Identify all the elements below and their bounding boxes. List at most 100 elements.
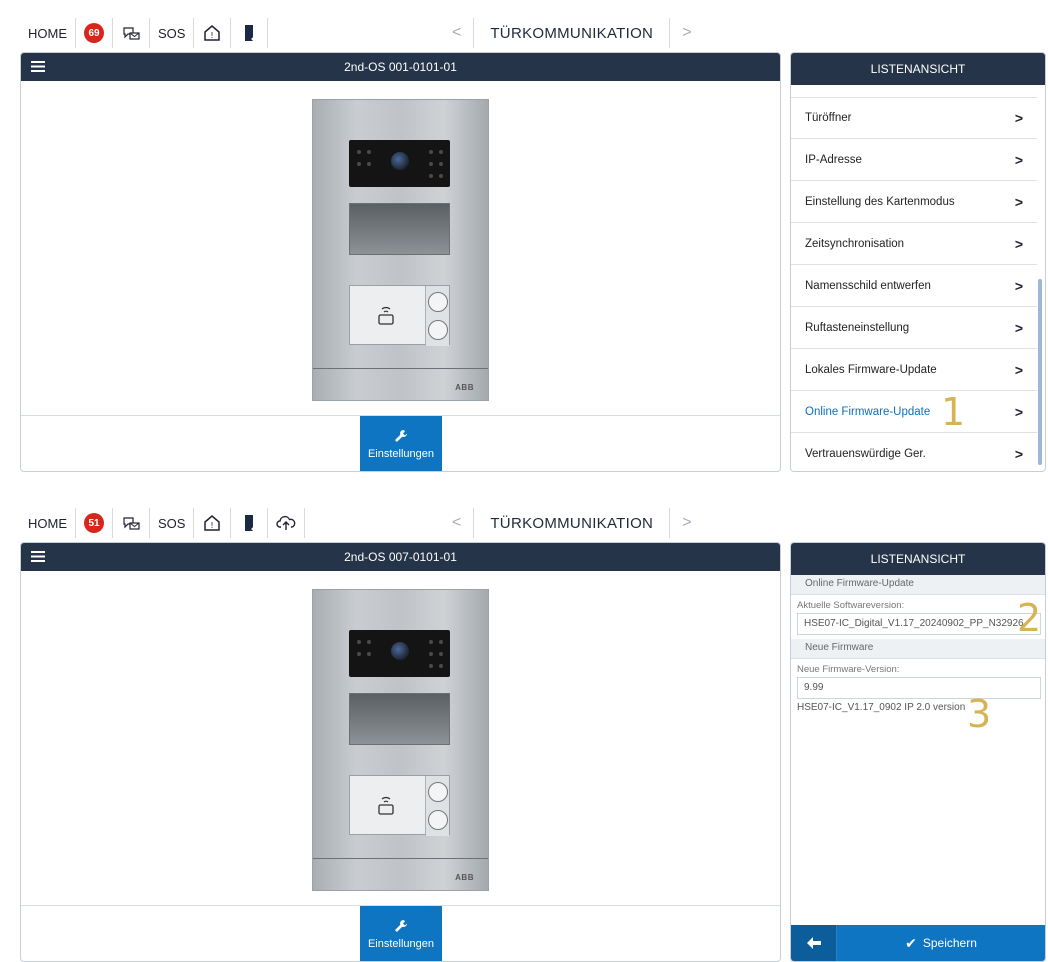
sos-button[interactable]: SOS: [150, 18, 195, 48]
list-item-trusted-devices[interactable]: Vertrauenswürdige Ger. >: [791, 433, 1037, 471]
chevron-right-icon: >: [1014, 361, 1023, 378]
title-area: < TÜRKOMMUNIKATION >: [440, 18, 704, 48]
chevron-right-icon: >: [1014, 193, 1023, 210]
list-item-ip-address[interactable]: IP-Adresse >: [791, 139, 1037, 181]
top-nav: HOME 69 SOS ! < TÜRKOMMUNIKATION >: [20, 18, 1030, 48]
device-title: 2nd-OS 001-0101-01: [344, 60, 457, 74]
svg-text:!: !: [211, 521, 214, 530]
notification-badge: 51: [84, 513, 104, 533]
home-link[interactable]: HOME: [20, 508, 76, 538]
settings-list: Türöffner > IP-Adresse > Einstellung des K…: [791, 97, 1037, 471]
list-item-local-firmware[interactable]: Lokales Firmware-Update >: [791, 349, 1037, 391]
door-button[interactable]: [231, 508, 269, 538]
settings-label: Einstellungen: [367, 937, 435, 950]
current-version-label: Aktuelle Softwareversion:: [797, 600, 905, 611]
list-item-label: Zeitsynchronisation: [805, 237, 905, 250]
notifications-button[interactable]: 51: [76, 508, 113, 538]
notification-badge: 69: [84, 23, 104, 43]
list-item-door-opener[interactable]: Türöffner >: [791, 97, 1037, 139]
new-version-field[interactable]: 9.99: [797, 677, 1041, 699]
next-chevron-icon[interactable]: >: [670, 514, 703, 532]
svg-text:!: !: [211, 31, 214, 40]
wrench-icon: [395, 919, 407, 932]
page-title: TÜRKOMMUNIKATION: [473, 508, 671, 538]
new-version-group: Neue Firmware-Version: 9.99 HSE07-IC_V1.…: [791, 659, 1045, 717]
camera-module: [349, 630, 450, 677]
back-button[interactable]: [791, 925, 837, 961]
list-view-panel: LISTENANSICHT Online Firmware-Update Akt…: [790, 542, 1046, 962]
message-icon: [121, 513, 141, 533]
back-arrow-icon: [806, 937, 821, 949]
sos-button[interactable]: SOS: [150, 508, 195, 538]
save-button[interactable]: ✔ Speichern: [837, 925, 1045, 961]
camera-lens: [391, 152, 409, 170]
settings-button[interactable]: Einstellungen: [360, 416, 442, 471]
home-link[interactable]: HOME: [20, 18, 76, 48]
list-item-label: IP-Adresse: [805, 153, 862, 166]
save-label: Speichern: [922, 936, 977, 950]
next-chevron-icon[interactable]: >: [670, 24, 703, 42]
door-station-image: ABB: [312, 589, 489, 891]
section-new-firmware: Neue Firmware: [791, 639, 1045, 659]
menu-icon[interactable]: [31, 61, 45, 72]
step-marker-3: 3: [967, 692, 992, 736]
list-item-label: Namensschild entwerfen: [805, 279, 931, 292]
speaker-module: [349, 693, 450, 745]
device-title: 2nd-OS 007-0101-01: [344, 550, 457, 564]
step-marker-2: 2: [1017, 596, 1042, 640]
notifications-button[interactable]: 69: [76, 18, 113, 48]
message-icon: [121, 23, 141, 43]
chevron-right-icon: >: [1014, 445, 1023, 462]
cloud-update-button[interactable]: [268, 508, 306, 538]
list-item-label: Türöffner: [805, 112, 852, 124]
device-panel-footer: Einstellungen: [21, 415, 780, 471]
device-panel: 2nd-OS 007-0101-01 ABB Einstellungen: [20, 542, 781, 962]
messages-button[interactable]: [113, 508, 150, 538]
new-version-label: Neue Firmware-Version:: [797, 664, 900, 675]
list-item-online-firmware[interactable]: Online Firmware-Update >: [791, 391, 1037, 433]
prev-chevron-icon[interactable]: <: [440, 24, 473, 42]
chevron-right-icon: >: [1014, 110, 1023, 126]
new-version-note: HSE07-IC_V1.17_0902 IP 2.0 version: [797, 702, 966, 713]
list-item-card-mode[interactable]: Einstellung des Kartenmodus >: [791, 181, 1037, 223]
settings-button[interactable]: Einstellungen: [360, 906, 442, 961]
list-item-label: Online Firmware-Update: [805, 405, 931, 418]
device-preview: ABB: [21, 571, 780, 905]
list-item-time-sync[interactable]: Zeitsynchronisation >: [791, 223, 1037, 265]
door-button[interactable]: [231, 18, 269, 48]
top-nav: HOME 51 SOS ! < TÜRKOMMUNIKATION >: [20, 508, 1030, 538]
title-area: < TÜRKOMMUNIKATION >: [440, 508, 704, 538]
keypad-module: [349, 285, 450, 346]
door-icon: [239, 23, 259, 43]
page-title: TÜRKOMMUNIKATION: [473, 18, 671, 48]
checkmark-icon: ✔: [905, 934, 917, 951]
wrench-icon: [395, 429, 407, 442]
chevron-right-icon: >: [1014, 319, 1023, 336]
keypad-module: [349, 775, 450, 836]
menu-icon[interactable]: [31, 551, 45, 562]
abb-logo: ABB: [455, 383, 474, 392]
list-item-nameplate[interactable]: Namensschild entwerfen >: [791, 265, 1037, 307]
camera-module: [349, 140, 450, 187]
list-view-header: LISTENANSICHT: [791, 543, 1045, 575]
chevron-right-icon: >: [1014, 277, 1023, 294]
door-station-image: ABB: [312, 99, 489, 401]
device-panel: 2nd-OS 001-0101-01 ABB Einstellungen: [20, 52, 781, 472]
safety-button[interactable]: !: [194, 508, 232, 538]
safety-button[interactable]: !: [194, 18, 232, 48]
list-item-call-buttons[interactable]: Ruftasteneinstellung >: [791, 307, 1037, 349]
chevron-right-icon: >: [1014, 151, 1023, 168]
messages-button[interactable]: [113, 18, 150, 48]
step-marker-1: 1: [941, 390, 966, 434]
house-alarm-icon: !: [202, 23, 222, 43]
house-alarm-icon: !: [202, 513, 222, 533]
list-scrollbar[interactable]: [1038, 279, 1042, 465]
list-item-label: Lokales Firmware-Update: [805, 363, 937, 376]
list-view-footer: ✔ Speichern: [791, 925, 1045, 961]
abb-logo: ABB: [455, 873, 474, 882]
chevron-right-icon: >: [1014, 403, 1023, 420]
cloud-upload-icon: [276, 513, 296, 533]
prev-chevron-icon[interactable]: <: [440, 514, 473, 532]
list-view-header: LISTENANSICHT: [791, 53, 1045, 85]
list-item-label: Ruftasteneinstellung: [805, 321, 910, 334]
